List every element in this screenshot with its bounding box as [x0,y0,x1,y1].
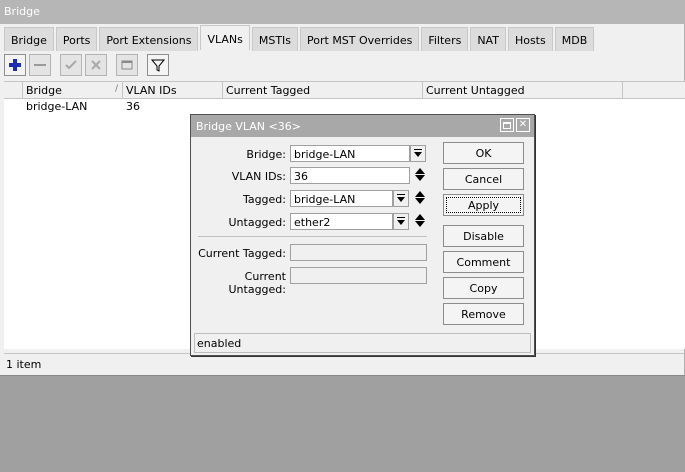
vlan-ids-label: VLAN IDs: [231,170,286,183]
tagged-add-remove-icon[interactable] [414,190,426,208]
tab-port-extensions[interactable]: Port Extensions [99,27,199,51]
bridge-field-row: Bridge: bridge-LAN [191,145,451,163]
tab-hosts[interactable]: Hosts [507,27,553,51]
chevron-down-icon [397,197,405,202]
tagged-select[interactable]: bridge-LAN [290,190,393,207]
current-tagged-value [290,244,427,261]
dialog-titlebar: Bridge VLAN <36> ✕ [191,115,534,137]
close-icon: ✕ [518,119,528,130]
column-header-current-untagged[interactable]: Current Untagged [423,82,623,98]
bridge-vlan-dialog: Bridge VLAN <36> ✕ Bridge: bridge-LAN VL… [190,114,535,356]
row-current-untagged [423,99,623,114]
tab-mdb[interactable]: MDB [554,27,595,51]
sort-icon: / [114,84,118,94]
apply-button[interactable]: Apply [443,194,524,216]
vlan-ids-field-row: VLAN IDs: 36 [191,167,451,185]
tab-bar: Bridge Ports Port Extensions VLANs MSTIs… [4,25,596,52]
vlan-ids-input[interactable]: 36 [290,167,410,184]
chevron-down-icon [397,220,405,225]
tab-mstis[interactable]: MSTIs [251,27,299,51]
vlan-ids-add-remove-icon[interactable] [414,167,426,185]
tagged-label: Tagged: [242,193,286,206]
field-separator [198,236,427,237]
dialog-title: Bridge VLAN <36> [196,120,301,133]
ok-button[interactable]: OK [443,142,524,164]
tab-vlans[interactable]: VLANs [200,25,250,50]
row-bridge: bridge-LAN [26,100,88,113]
current-untagged-value [290,267,427,284]
comment-icon [121,60,133,70]
bridge-label: Bridge: [246,148,286,161]
untagged-add-remove-icon[interactable] [414,213,426,231]
tab-ports[interactable]: Ports [55,27,98,51]
maximize-button[interactable] [500,118,514,132]
tagged-field-row: Tagged: bridge-LAN [191,190,451,208]
close-button[interactable]: ✕ [516,118,530,132]
chevron-down-icon [414,152,422,157]
tab-nat[interactable]: NAT [470,27,506,51]
current-untagged-row: Current Untagged: [191,267,451,296]
bridge-dropdown-button[interactable] [410,145,426,162]
row-current-tagged [223,99,423,114]
tagged-dropdown-button[interactable] [393,190,409,207]
tab-bridge[interactable]: Bridge [4,27,54,51]
current-untagged-label: Current Untagged: [228,270,287,296]
item-count: 1 item [4,353,685,373]
comment-button[interactable]: Comment [443,251,524,273]
row-vlan-ids: 36 [126,100,140,113]
column-header-vlan-ids[interactable]: VLAN IDs [123,82,223,98]
column-header-bridge[interactable]: Bridge / [23,82,123,98]
column-header-flags[interactable] [4,82,23,98]
add-button[interactable] [4,54,26,76]
untagged-select[interactable]: ether2 [290,213,393,230]
maximize-icon [503,121,511,129]
filter-button[interactable] [147,54,169,76]
untagged-dropdown-button[interactable] [393,213,409,230]
copy-button[interactable]: Copy [443,277,524,299]
untagged-field-row: Untagged: ether2 [191,213,451,231]
disable-button[interactable] [85,54,107,76]
row-flags [4,99,23,114]
bridge-select[interactable]: bridge-LAN [290,145,410,162]
tab-port-mst-overrides[interactable]: Port MST Overrides [300,27,420,51]
current-tagged-row: Current Tagged: [191,244,451,262]
filter-icon [151,59,165,72]
untagged-label: Untagged: [228,216,287,229]
remove-button[interactable]: Remove [443,303,524,325]
enable-icon [65,60,77,70]
cancel-button[interactable]: Cancel [443,168,524,190]
dialog-status: enabled [194,333,531,353]
window-title: Bridge [0,0,685,24]
add-icon [9,59,21,71]
enable-button[interactable] [60,54,82,76]
table-row[interactable]: bridge-LAN 36 [4,99,685,114]
disable-button[interactable]: Disable [443,225,524,247]
disable-icon [91,60,101,70]
tab-filters[interactable]: Filters [421,27,469,51]
column-header-current-tagged[interactable]: Current Tagged [223,82,423,98]
comment-button[interactable] [116,54,138,76]
table-header: Bridge / VLAN IDs Current Tagged Current… [4,82,685,99]
remove-icon [34,64,46,66]
toolbar [4,54,169,78]
current-tagged-label: Current Tagged: [198,247,286,260]
remove-button[interactable] [29,54,51,76]
